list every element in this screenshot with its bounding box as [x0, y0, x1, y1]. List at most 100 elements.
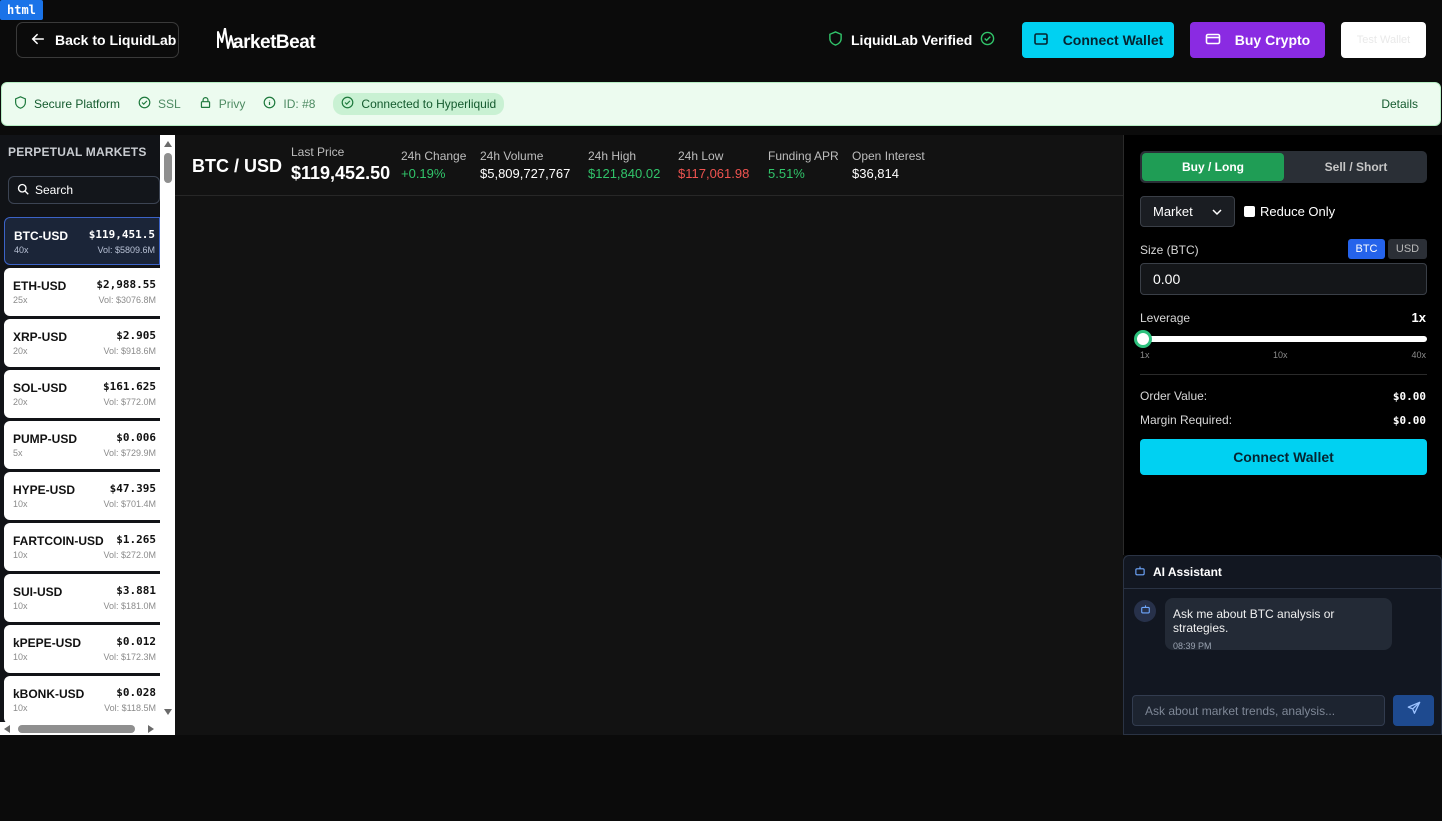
markets-sidebar: PERPETUAL MARKETS Search BTC-USD 40x $11… [0, 135, 175, 735]
back-to-liquidlab-button[interactable]: Back to LiquidLab [16, 22, 179, 58]
scroll-up-arrow-icon[interactable] [164, 141, 172, 147]
margin-required-value: $0.00 [1392, 414, 1426, 427]
leverage-slider[interactable] [1134, 330, 1427, 348]
ai-assistant-header: AI Assistant [1124, 556, 1441, 589]
change-label: 24h Change [401, 149, 467, 163]
privy-indicator: Privy [199, 96, 245, 112]
secure-platform-indicator: Secure Platform [14, 96, 120, 112]
market-volume: Vol: $181.0M [103, 601, 156, 611]
market-price: $2,988.55 [96, 278, 156, 291]
info-icon [263, 96, 276, 112]
buy-crypto-button[interactable]: Buy Crypto [1190, 22, 1325, 58]
horizontal-scrollbar[interactable] [0, 722, 175, 735]
shield-icon [14, 96, 27, 112]
bot-icon [1140, 602, 1151, 620]
market-volume: Vol: $772.0M [103, 397, 156, 407]
unit-usd-button[interactable]: USD [1388, 239, 1427, 259]
horizontal-scroll-thumb[interactable] [18, 725, 135, 733]
logo-text: arketBeat [233, 32, 316, 53]
connect-wallet-button[interactable]: Connect Wallet [1022, 22, 1174, 58]
liquidlab-verified-badge: LiquidLab Verified [828, 31, 995, 49]
unit-btc-button[interactable]: BTC [1348, 239, 1385, 259]
market-search-input[interactable]: Search [8, 176, 160, 204]
buy-long-tab[interactable]: Buy / Long [1142, 153, 1284, 181]
scroll-down-arrow-icon[interactable] [164, 709, 172, 715]
check-circle-icon [138, 96, 151, 112]
market-item-eth-usd[interactable]: ETH-USD 25x $2,988.55 Vol: $3076.8M [4, 268, 160, 316]
search-label: Search [35, 183, 74, 197]
ssl-indicator: SSL [138, 96, 181, 112]
ai-assistant-title: AI Assistant [1153, 565, 1222, 579]
send-button[interactable] [1393, 695, 1434, 726]
id-indicator: ID: #8 [263, 96, 315, 112]
ai-assistant-panel: AI Assistant Ask me about BTC analysis o… [1123, 555, 1442, 735]
market-symbol: BTC-USD [14, 229, 68, 243]
scroll-right-arrow-icon[interactable] [148, 725, 154, 733]
size-input[interactable] [1140, 263, 1427, 295]
market-volume: Vol: $5809.6M [97, 245, 155, 255]
order-type-select[interactable]: Market [1140, 196, 1235, 227]
high-value: $121,840.02 [588, 166, 661, 181]
last-price-stat: Last Price $119,452.50 [291, 145, 390, 184]
market-symbol: kBONK-USD [13, 687, 85, 701]
market-volume: Vol: $729.9M [103, 448, 156, 458]
ai-chat-input[interactable] [1132, 695, 1385, 726]
market-volume: Vol: $272.0M [103, 550, 156, 560]
leverage-value: 1x [1411, 310, 1426, 325]
market-item-sui-usd[interactable]: SUI-USD 10x $3.881 Vol: $181.0M [4, 574, 160, 622]
market-price: $3.881 [116, 584, 156, 597]
back-button-label: Back to LiquidLab [55, 32, 177, 48]
leverage-slider-thumb[interactable] [1134, 330, 1152, 348]
last-price-value: $119,452.50 [291, 163, 391, 183]
open-interest-stat: Open Interest $36,814 [852, 149, 925, 181]
market-item-kbonk-usd[interactable]: kBONK-USD 10x $0.028 Vol: $118.5M [4, 676, 160, 724]
market-symbol: kPEPE-USD [13, 636, 82, 650]
arrow-left-icon [31, 32, 45, 49]
vertical-scroll-thumb[interactable] [164, 153, 172, 183]
change-value: +0.19% [401, 166, 446, 181]
market-item-hype-usd[interactable]: HYPE-USD 10x $47.395 Vol: $701.4M [4, 472, 160, 520]
reduce-only-toggle[interactable]: Reduce Only [1244, 204, 1335, 219]
chart-area: BTC / USD Last Price $119,452.50 24h Cha… [175, 135, 1123, 735]
market-item-pump-usd[interactable]: PUMP-USD 5x $0.006 Vol: $729.9M [4, 421, 160, 469]
open-interest-value: $36,814 [852, 166, 899, 181]
market-leverage: 10x [13, 550, 28, 560]
shield-icon [828, 31, 843, 49]
market-symbol: HYPE-USD [13, 483, 76, 497]
market-price: $1.265 [116, 533, 156, 546]
market-list: BTC-USD 40x $119,451.5 Vol: $5809.6M ETH… [4, 217, 160, 727]
leverage-tick-max: 40x [1411, 350, 1426, 360]
market-symbol: FARTCOIN-USD [13, 534, 104, 548]
check-circle-icon [980, 31, 995, 49]
market-symbol: SOL-USD [13, 381, 67, 395]
market-item-fartcoin-usd[interactable]: FARTCOIN-USD 10x $1.265 Vol: $272.0M [4, 523, 160, 571]
funding-label: Funding APR [768, 149, 839, 163]
market-item-kpepe-usd[interactable]: kPEPE-USD 10x $0.012 Vol: $172.3M [4, 625, 160, 673]
scroll-left-arrow-icon[interactable] [4, 725, 10, 733]
vertical-scrollbar[interactable] [160, 135, 175, 722]
test-wallet-button[interactable]: Test Wallet [1341, 22, 1426, 58]
reduce-only-checkbox[interactable] [1244, 206, 1255, 217]
leverage-tick-mid: 10x [1273, 350, 1288, 360]
last-price-label: Last Price [291, 145, 345, 159]
marketbeat-logo[interactable]: arketBeat [217, 27, 316, 58]
assistant-message-time: 08:39 PM [1173, 641, 1212, 651]
details-link[interactable]: Details [1381, 97, 1418, 111]
market-symbol: ETH-USD [13, 279, 67, 293]
market-item-sol-usd[interactable]: SOL-USD 20x $161.625 Vol: $772.0M [4, 370, 160, 418]
connected-hyperliquid-badge: Connected to Hyperliquid [333, 93, 505, 115]
divider [1140, 374, 1427, 375]
market-item-xrp-usd[interactable]: XRP-USD 20x $2.905 Vol: $918.6M [4, 319, 160, 367]
side-toggle: Buy / Long Sell / Short [1140, 151, 1427, 183]
market-volume: Vol: $172.3M [103, 652, 156, 662]
check-circle-icon [341, 96, 354, 112]
reduce-only-label: Reduce Only [1260, 204, 1336, 219]
size-label: Size (BTC) [1140, 243, 1199, 257]
test-wallet-label: Test Wallet [1356, 34, 1411, 46]
market-item-btc-usd[interactable]: BTC-USD 40x $119,451.5 Vol: $5809.6M [4, 217, 160, 265]
order-connect-wallet-button[interactable]: Connect Wallet [1140, 439, 1427, 475]
order-value-label: Order Value: [1140, 389, 1208, 403]
market-volume: Vol: $918.6M [103, 346, 156, 356]
sell-short-tab[interactable]: Sell / Short [1286, 153, 1426, 181]
connect-wallet-label: Connect Wallet [1062, 32, 1164, 48]
